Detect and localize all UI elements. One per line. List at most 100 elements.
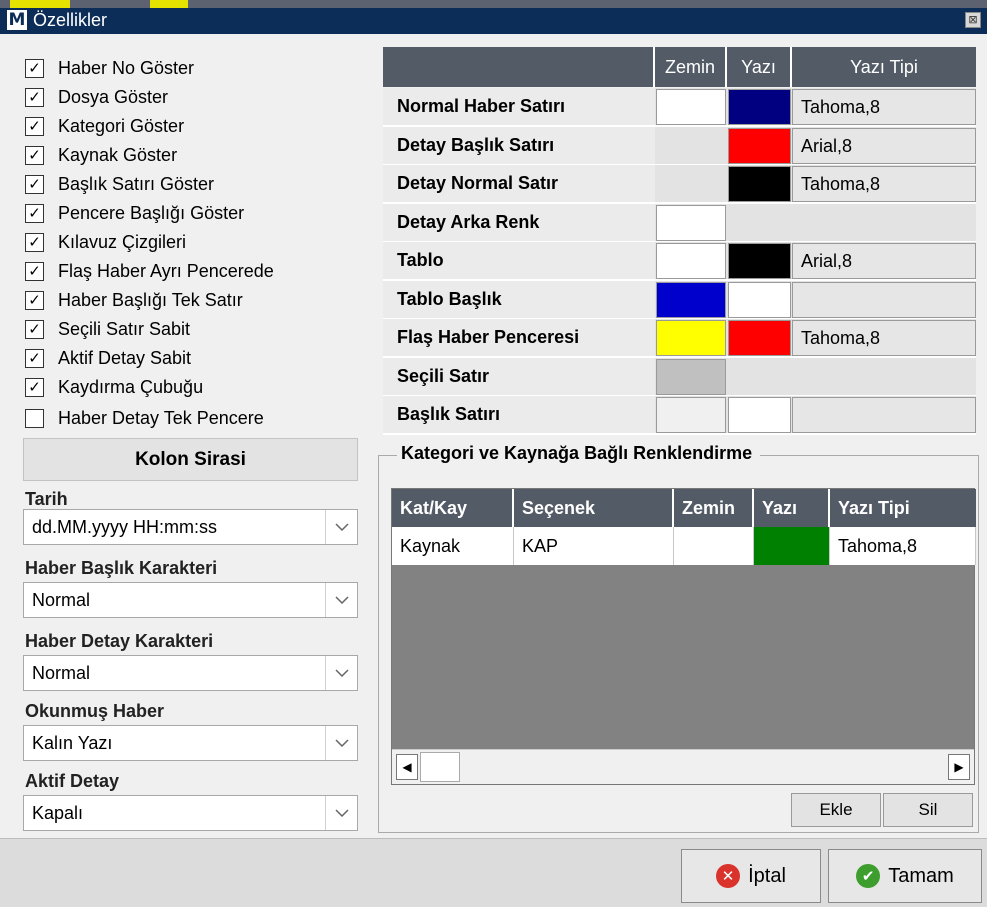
chevron-down-icon[interactable] <box>325 510 357 544</box>
text-color-swatch[interactable] <box>728 243 791 279</box>
text-color-swatch[interactable] <box>728 397 791 433</box>
headline-char-select[interactable]: Normal <box>23 582 358 618</box>
category-coloring-grid[interactable]: Kat/Kay Seçenek Zemin Yazı Yazı Tipi Kay… <box>391 488 976 785</box>
active-detail-value: Kapalı <box>32 803 84 823</box>
cancel-button[interactable]: ✕ İptal <box>681 849 821 903</box>
active-detail-label: Aktif Detay <box>25 771 120 791</box>
font-cell[interactable]: Tahoma,8 <box>792 166 976 202</box>
yazi-column-header: Yazı <box>727 47 792 87</box>
checkbox-label: Haber Detay Tek Pencere <box>58 407 264 428</box>
checkbox-row[interactable]: ✓ Kategori Göster <box>25 113 184 139</box>
checkbox-checked[interactable]: ✓ <box>25 319 44 339</box>
add-button[interactable]: Ekle <box>791 793 881 827</box>
scrollbar-thumb[interactable] <box>420 752 460 782</box>
scroll-left-icon[interactable]: ◀ <box>396 754 418 780</box>
detail-char-label: Haber Detay Karakteri <box>25 631 214 651</box>
chevron-down-icon[interactable] <box>325 583 357 617</box>
checkbox-label: Flaş Haber Ayrı Pencerede <box>58 260 274 281</box>
checkbox-checked[interactable]: ✓ <box>25 116 44 136</box>
checkbox-label: Pencere Başlığı Göster <box>58 202 245 223</box>
table-cell-yazi-swatch[interactable] <box>754 527 830 565</box>
checkbox-label: Kaynak Göster <box>58 144 178 165</box>
headline-char-value: Normal <box>32 590 91 610</box>
background-color-swatch[interactable] <box>656 359 726 395</box>
horizontal-scrollbar[interactable]: ◀ ▶ <box>392 749 974 784</box>
text-color-swatch[interactable] <box>728 282 791 318</box>
read-news-select[interactable]: Kalın Yazı <box>23 725 358 761</box>
cancel-label: İptal <box>748 864 786 887</box>
title-bar: M Özellikler ⊠ <box>0 0 987 34</box>
checkbox-checked[interactable]: ✓ <box>25 203 44 223</box>
checkbox-row[interactable]: ✓ Seçili Satır Sabit <box>25 316 190 342</box>
checkbox-checked[interactable]: ✓ <box>25 87 44 107</box>
style-grid-corner-header <box>383 47 655 87</box>
checkbox-label: Seçili Satır Sabit <box>58 318 191 339</box>
checkbox-unchecked[interactable] <box>25 408 44 428</box>
read-news-value: Kalın Yazı <box>32 733 113 753</box>
font-cell[interactable] <box>792 282 976 318</box>
background-color-swatch[interactable] <box>656 320 726 356</box>
font-cell[interactable]: Tahoma,8 <box>792 89 976 125</box>
checkbox-row[interactable]: ✓ Aktif Detay Sabit <box>25 345 191 371</box>
kat-kay-column-header: Kat/Kay <box>392 489 514 527</box>
scroll-right-icon[interactable]: ▶ <box>948 754 970 780</box>
checkbox-row[interactable]: ✓ Kaynak Göster <box>25 142 177 168</box>
zemin-column-header: Zemin <box>674 489 754 527</box>
table-cell-secenek[interactable]: KAP <box>514 527 674 565</box>
style-row-label: Tablo Başlık <box>383 281 655 320</box>
checkbox-row[interactable]: ✓ Başlık Satırı Göster <box>25 171 214 197</box>
detail-char-select[interactable]: Normal <box>23 655 358 691</box>
table-cell-yazi-tipi[interactable]: Tahoma,8 <box>830 527 976 565</box>
checkbox-checked[interactable]: ✓ <box>25 145 44 165</box>
text-color-swatch[interactable] <box>728 320 791 356</box>
checkbox-row[interactable]: ✓ Kaydırma Çubuğu <box>25 374 203 400</box>
text-color-swatch[interactable] <box>728 89 791 125</box>
font-cell[interactable]: Arial,8 <box>792 128 976 164</box>
date-format-select[interactable]: dd.MM.yyyy HH:mm:ss <box>23 509 358 545</box>
background-color-swatch[interactable] <box>656 205 726 241</box>
background-color-swatch[interactable] <box>656 397 726 433</box>
checkbox-checked[interactable]: ✓ <box>25 58 44 78</box>
style-row-label: Detay Arka Renk <box>383 204 655 243</box>
background-color-swatch[interactable] <box>656 89 726 125</box>
checkbox-row[interactable]: ✓ Pencere Başlığı Göster <box>25 200 244 226</box>
checkbox-checked[interactable]: ✓ <box>25 290 44 310</box>
checkbox-row[interactable]: ✓ Haber Başlığı Tek Satır <box>25 287 243 313</box>
table-cell-zemin[interactable] <box>674 527 754 565</box>
zemin-column-header: Zemin <box>655 47 727 87</box>
yazi-tipi-column-header: Yazı Tipi <box>830 489 976 527</box>
close-icon[interactable]: ⊠ <box>965 12 981 28</box>
delete-button[interactable]: Sil <box>883 793 973 827</box>
font-cell[interactable]: Arial,8 <box>792 243 976 279</box>
background-color-swatch[interactable] <box>656 282 726 318</box>
checkbox-checked[interactable]: ✓ <box>25 232 44 252</box>
table-cell-kat-kay[interactable]: Kaynak <box>392 527 514 565</box>
detail-char-value: Normal <box>32 663 91 683</box>
column-order-button[interactable]: Kolon Sirasi <box>23 438 358 481</box>
ok-button[interactable]: ✔ Tamam <box>828 849 982 903</box>
chevron-down-icon[interactable] <box>325 796 357 830</box>
checkbox-checked[interactable]: ✓ <box>25 377 44 397</box>
checkbox-row[interactable]: Haber Detay Tek Pencere <box>25 405 264 431</box>
checkbox-checked[interactable]: ✓ <box>25 261 44 281</box>
active-detail-select[interactable]: Kapalı <box>23 795 358 831</box>
checkbox-label: Kategori Göster <box>58 115 185 136</box>
checkbox-row[interactable]: ✓ Dosya Göster <box>25 84 168 110</box>
checkbox-checked[interactable]: ✓ <box>25 348 44 368</box>
yazi-column-header: Yazı <box>754 489 830 527</box>
chevron-down-icon[interactable] <box>325 656 357 690</box>
font-cell[interactable]: Tahoma,8 <box>792 320 976 356</box>
checkbox-label: Haber Başlığı Tek Satır <box>58 289 243 310</box>
checkbox-row[interactable]: ✓ Haber No Göster <box>25 55 194 81</box>
chevron-down-icon[interactable] <box>325 726 357 760</box>
checkbox-label: Dosya Göster <box>58 86 169 107</box>
background-color-swatch[interactable] <box>656 243 726 279</box>
font-cell[interactable] <box>792 397 976 433</box>
checkbox-row[interactable]: ✓ Flaş Haber Ayrı Pencerede <box>25 258 274 284</box>
text-color-swatch[interactable] <box>728 166 791 202</box>
checkbox-checked[interactable]: ✓ <box>25 174 44 194</box>
app-logo-icon: M <box>7 10 27 30</box>
checkbox-row[interactable]: ✓ Kılavuz Çizgileri <box>25 229 186 255</box>
text-color-swatch[interactable] <box>728 128 791 164</box>
style-row-label: Tablo <box>383 242 655 281</box>
